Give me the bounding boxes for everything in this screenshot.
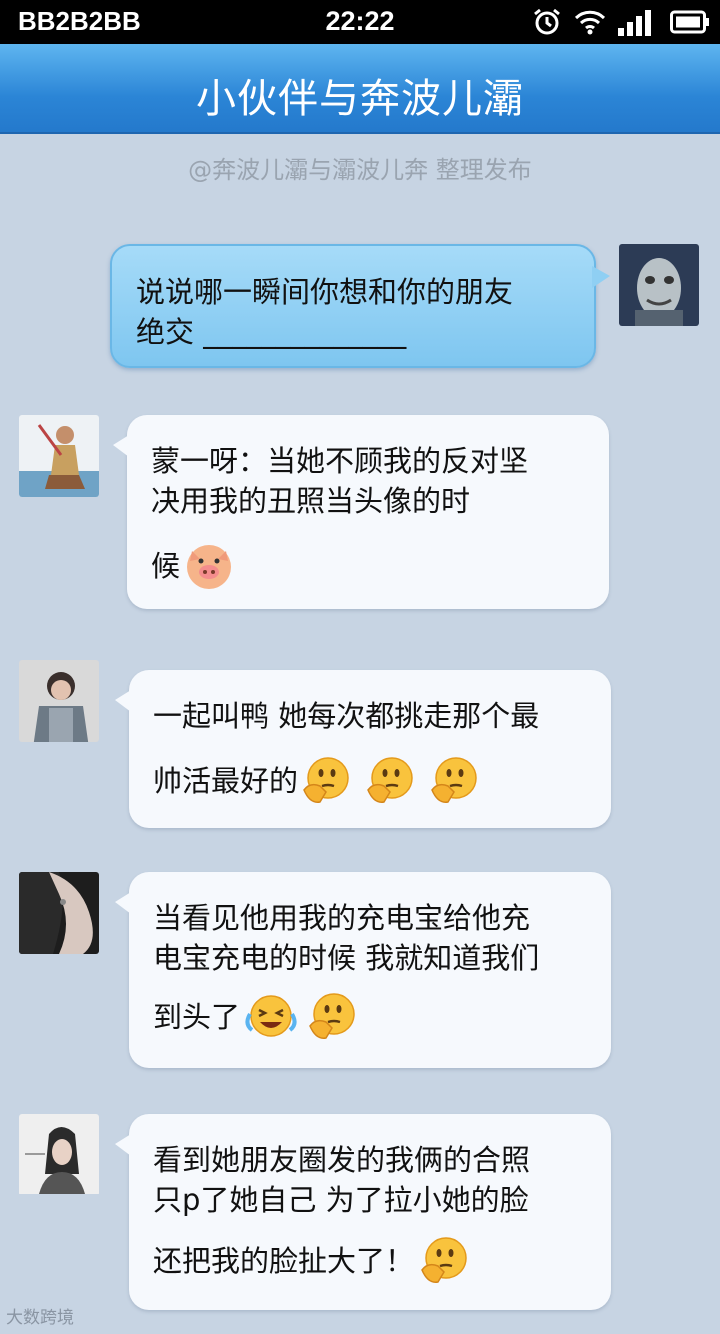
message-text: 帅活最好的 [153,764,299,798]
message-text: 到头了 [153,1000,241,1034]
thinking-emoji [431,757,477,803]
title-bar: 小伙伴与奔波儿灞 [0,44,720,134]
thinking-emoji [303,757,349,803]
avatar[interactable] [19,872,99,954]
avatar[interactable] [19,1114,99,1196]
message-bubble-received: 看到她朋友圈发的我俩的合照 只p了她自己 为了拉小她的脸 还把我的脸扯大了！ [115,1114,611,1310]
message-bubble-received: 蒙一呀：当她不顾我的反对坚 决用我的丑照当头像的时 候 [113,415,609,609]
pig-emoji [187,545,232,589]
message-text: 绝交 ______________ [136,315,407,349]
laughing-crying-emoji [245,995,297,1037]
message-text: 还把我的脸扯大了！ [153,1244,415,1278]
battery-icon [670,10,709,34]
avatar[interactable] [19,660,99,742]
alarm-icon [534,8,560,35]
wifi-icon [574,10,606,35]
message-bubble-received: 当看见他用我的充电宝给他充 电宝充电的时候 我就知道我们 到头了 [115,872,611,1068]
message-text: 一起叫鸭 她每次都挑走那个最 [153,699,540,733]
thinking-emoji [421,1237,467,1283]
chat-title: 小伙伴与奔波儿灞 [196,76,524,122]
signal-icon [618,10,651,36]
message-text: 候 [151,549,181,583]
avatar[interactable] [19,415,99,497]
avatar[interactable] [619,244,699,326]
credit-text: @奔波儿灞与灞波儿奔 整理发布 [188,156,532,184]
message-text: 说说哪一瞬间你想和你的朋友 [136,275,514,309]
thinking-emoji [309,993,355,1039]
status-bar: BB2B2BB 22:22 [0,0,720,44]
message-bubble-sent: 说说哪一瞬间你想和你的朋友 绝交 ______________ [110,244,610,368]
message-text: 决用我的丑照当头像的时 [151,484,471,518]
message-text: 电宝充电的时候 我就知道我们 [153,941,540,975]
message-text: 当看见他用我的充电宝给他充 [153,901,531,935]
watermark: 大数跨境 [6,1308,74,1328]
message-text: 看到她朋友圈发的我俩的合照 [153,1143,531,1177]
message-bubble-received: 一起叫鸭 她每次都挑走那个最 帅活最好的 [115,670,611,828]
message-text: 只p了她自己 为了拉小她的脸 [153,1183,529,1217]
thinking-emoji [367,757,413,803]
message-text: 蒙一呀：当她不顾我的反对坚 [151,444,529,478]
